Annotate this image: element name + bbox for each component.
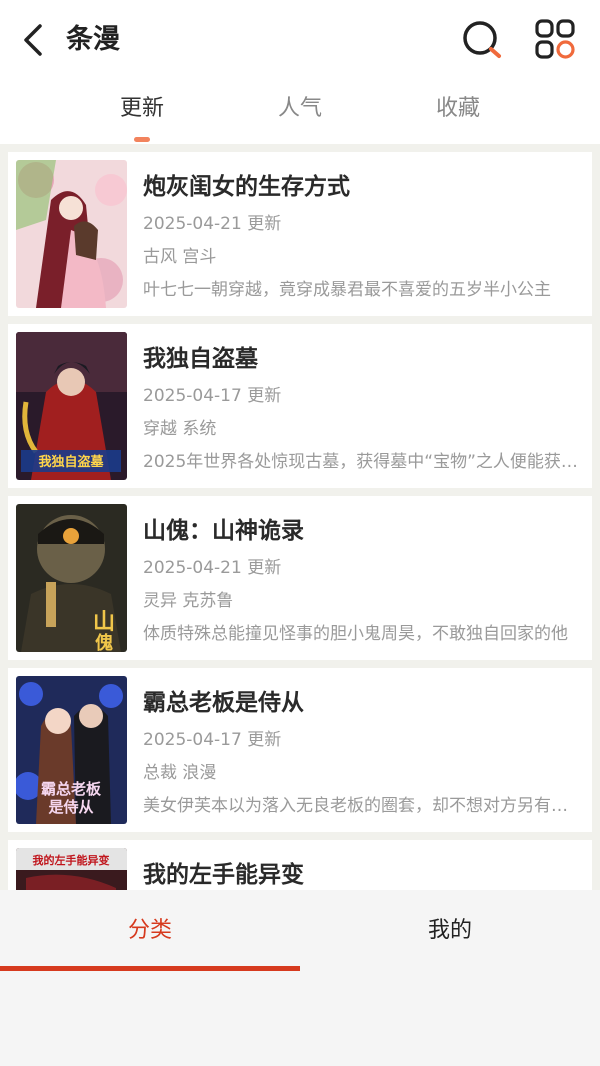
svg-text:傀: 傀	[95, 632, 113, 652]
comic-description: 叶七七一朝穿越，竟穿成暴君最不喜爱的五岁半小公主	[143, 280, 551, 300]
svg-text:霸总老板: 霸总老板	[41, 780, 102, 798]
nav-active-indicator	[0, 966, 300, 971]
tab-popular[interactable]: 人气	[255, 94, 345, 124]
comic-card[interactable]: 山 傀 山傀：山神诡录 2025-04-21 更新 灵异 克苏鲁 体质特殊总能撞…	[8, 496, 592, 660]
svg-text:是侍从: 是侍从	[47, 798, 93, 816]
tab-update[interactable]: 更新	[97, 94, 187, 124]
nav-mine[interactable]: 我的	[300, 890, 600, 972]
tab-favorites[interactable]: 收藏	[413, 94, 503, 124]
tab-bar: 更新 人气 收藏	[0, 78, 600, 144]
comic-cover[interactable]: 霸总老板 是侍从	[16, 676, 127, 824]
comic-card[interactable]: 我的左手能异变 我的左手能异变	[8, 840, 592, 890]
comic-update-date: 2025-04-17 更新	[143, 386, 282, 406]
comic-cover[interactable]: 我独自盗墓	[16, 332, 127, 480]
nav-category[interactable]: 分类	[0, 890, 300, 972]
chevron-left-icon	[24, 24, 42, 56]
comic-update-date: 2025-04-21 更新	[143, 214, 282, 234]
page-title: 条漫	[66, 24, 120, 55]
comic-cover[interactable]: 山 傀	[16, 504, 127, 652]
comic-title: 山傀：山神诡录	[143, 518, 304, 544]
svg-text:山: 山	[93, 610, 115, 635]
comic-tags: 总裁 浪漫	[143, 763, 217, 783]
comic-tags: 穿越 系统	[143, 419, 217, 439]
comic-title: 我独自盗墓	[143, 346, 258, 372]
comic-title: 霸总老板是侍从	[143, 690, 304, 716]
comic-description: 美女伊芙本以为落入无良老板的圈套，却不想对方另有隐情	[143, 796, 579, 816]
back-button[interactable]	[18, 20, 52, 60]
comic-card[interactable]: 我独自盗墓 我独自盗墓 2025-04-17 更新 穿越 系统 2025年世界各…	[8, 324, 592, 488]
grid-apps-icon	[535, 19, 575, 59]
comic-update-date: 2025-04-21 更新	[143, 558, 282, 578]
comic-card[interactable]: 霸总老板 是侍从 霸总老板是侍从 2025-04-17 更新 总裁 浪漫 美女伊…	[8, 668, 592, 832]
comic-description: 体质特殊总能撞见怪事的胆小鬼周昊，不敢独自回家的他	[143, 624, 568, 644]
search-button[interactable]	[460, 18, 504, 62]
comic-cover[interactable]	[16, 160, 127, 308]
grid-menu-button[interactable]	[534, 18, 576, 60]
comic-title: 我的左手能异变	[143, 862, 304, 888]
svg-text:我独自盗墓: 我独自盗墓	[38, 454, 104, 470]
tab-active-indicator	[134, 137, 150, 142]
top-app-bar: 条漫	[0, 0, 600, 78]
bottom-navigation: 分类 我的	[0, 890, 600, 1066]
comic-tags: 灵异 克苏鲁	[143, 591, 234, 611]
comic-list: 炮灰闺女的生存方式 2025-04-21 更新 古风 宫斗 叶七七一朝穿越，竟穿…	[0, 144, 600, 890]
comic-tags: 古风 宫斗	[143, 247, 217, 267]
search-icon	[463, 21, 501, 58]
comic-description: 2025年世界各处惊现古墓，获得墓中“宝物”之人便能获得超凡能力	[143, 452, 579, 472]
comic-title: 炮灰闺女的生存方式	[143, 174, 350, 200]
svg-text:我的左手能异变: 我的左手能异变	[33, 853, 110, 867]
comic-card[interactable]: 炮灰闺女的生存方式 2025-04-21 更新 古风 宫斗 叶七七一朝穿越，竟穿…	[8, 152, 592, 316]
comic-update-date: 2025-04-17 更新	[143, 730, 282, 750]
comic-cover[interactable]: 我的左手能异变	[16, 848, 127, 890]
